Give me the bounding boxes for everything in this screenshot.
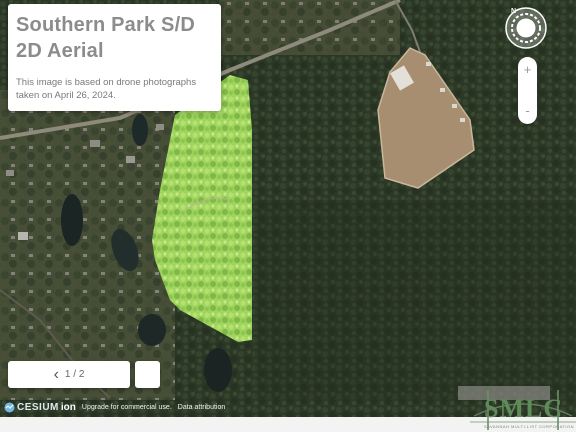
residential-area: [0, 90, 175, 400]
map-title-line2: 2D Aerial: [16, 40, 104, 62]
building: [452, 104, 457, 108]
zoom-control: + -: [518, 57, 537, 124]
cesium-logo[interactable]: CESIUM ion: [4, 402, 76, 413]
smlc-logo: SMLC SAVANNAH MULTI-LIST CORPORATION: [470, 386, 576, 432]
info-card: Southern Park S/D 2D Aerial This image i…: [8, 4, 221, 111]
pond: [132, 114, 148, 146]
next-button[interactable]: [135, 361, 160, 388]
cesium-icon: [4, 402, 15, 412]
chevron-left-icon[interactable]: ‹: [54, 361, 59, 388]
image-pager[interactable]: ‹ 1 / 2: [8, 361, 130, 388]
house: [6, 170, 14, 176]
smlc-wordmark: SMLC: [484, 394, 564, 423]
map-title: Southern Park S/D 2D Aerial: [16, 12, 213, 64]
zoom-in-button[interactable]: +: [518, 59, 537, 81]
smlc-subtitle: SAVANNAH MULTI-LIST CORPORATION: [484, 424, 575, 429]
compass-icon[interactable]: N: [505, 7, 547, 49]
house: [90, 140, 100, 147]
house: [156, 124, 164, 130]
pager-count: 1 / 2: [64, 369, 85, 380]
data-attribution-link[interactable]: Data attribution: [178, 404, 225, 411]
compass-north-label: N: [511, 8, 516, 15]
building: [460, 118, 465, 122]
zoom-out-button[interactable]: -: [518, 100, 537, 122]
ion-word: ion: [60, 401, 76, 413]
residential-area-north: [220, 0, 400, 55]
cesium-word: CESIUM: [17, 401, 59, 413]
pond: [204, 348, 232, 392]
forest-shade: [255, 200, 576, 398]
building: [440, 88, 445, 92]
building: [426, 62, 431, 66]
pond: [61, 194, 83, 246]
pond: [138, 314, 166, 346]
map-title-line1: Southern Park S/D: [16, 14, 195, 36]
map-description: This image is based on drone photographs…: [16, 77, 197, 101]
upgrade-link[interactable]: Upgrade for commercial use.: [82, 404, 172, 411]
house: [126, 156, 135, 163]
house: [18, 232, 28, 240]
